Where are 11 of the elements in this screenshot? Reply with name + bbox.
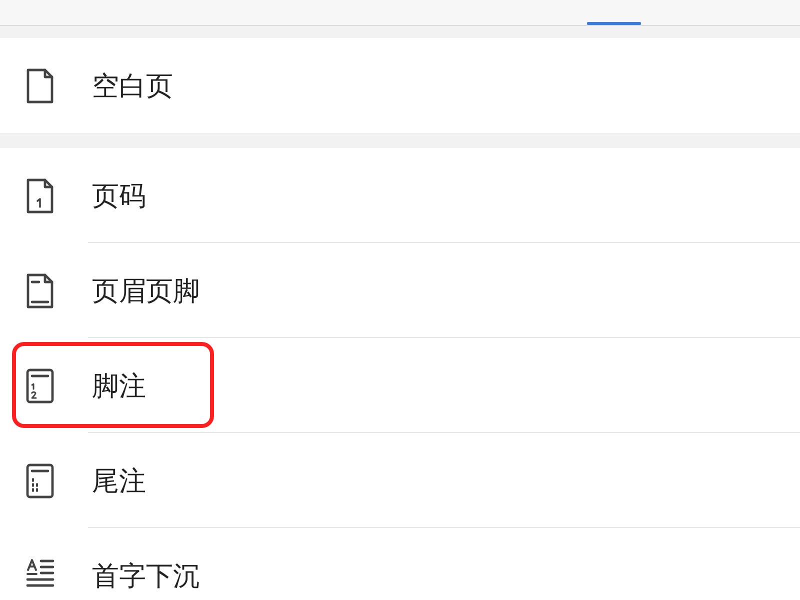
footnote-icon <box>24 368 56 404</box>
menu-item[interactable]: 尾注 <box>0 433 800 528</box>
menu-item[interactable]: 页眉页脚 <box>0 243 800 338</box>
menu-item[interactable]: 页码 <box>0 148 800 243</box>
menu-item[interactable]: 空白页 <box>0 38 800 133</box>
numbered-page-icon <box>24 178 56 214</box>
page-icon <box>24 68 56 104</box>
page-lines-icon <box>24 272 56 308</box>
menu-item[interactable]: 脚注 <box>0 338 800 433</box>
menu-item[interactable]: 首字下沉 <box>0 528 800 600</box>
endnote-icon <box>24 462 56 498</box>
